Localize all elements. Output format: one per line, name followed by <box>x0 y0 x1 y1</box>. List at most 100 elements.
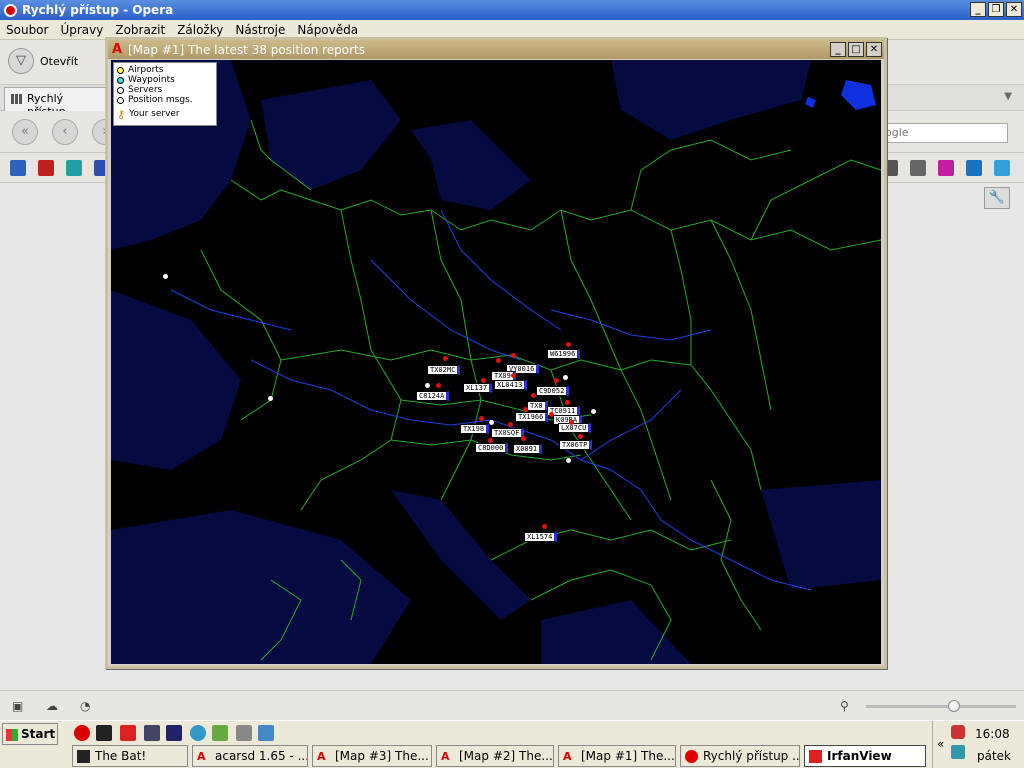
position-report-label[interactable]: XL137 <box>463 383 493 393</box>
position-report-label[interactable]: W61996 <box>547 349 581 359</box>
airport-dot[interactable] <box>268 396 273 401</box>
task-map-1[interactable]: A [Map #1] The... <box>558 745 676 767</box>
aircraft-position-dot[interactable] <box>443 356 448 361</box>
position-report-label[interactable]: TX1966 <box>515 412 549 422</box>
position-report-label[interactable]: TX06TP <box>559 440 593 450</box>
position-report-label[interactable]: C8D000 <box>475 443 509 453</box>
menu-zobrazit[interactable]: Zobrazit <box>109 23 171 37</box>
tab-speed-dial[interactable]: Rychlý přístup <box>4 87 106 118</box>
aircraft-position-dot[interactable] <box>481 378 486 383</box>
task-map-3[interactable]: A [Map #3] The... <box>312 745 432 767</box>
zoom-slider-knob[interactable] <box>948 700 960 712</box>
bookmark-icon[interactable] <box>966 160 982 176</box>
position-report-label[interactable]: C8124A <box>416 391 450 401</box>
position-report-label[interactable]: X0891 <box>513 444 543 454</box>
aircraft-position-dot[interactable] <box>521 436 526 441</box>
bookmark-icon[interactable] <box>910 160 926 176</box>
zoom-icon[interactable]: ⚲ <box>840 699 849 713</box>
aircraft-position-dot[interactable] <box>488 438 493 443</box>
position-report-label[interactable]: TX198 <box>460 424 490 434</box>
antivirus-tray-icon[interactable] <box>951 725 965 739</box>
map-maximize-button[interactable]: □ <box>848 42 864 57</box>
aircraft-position-dot[interactable] <box>542 524 547 529</box>
airport-dot[interactable] <box>566 458 571 463</box>
aircraft-position-dot[interactable] <box>496 358 501 363</box>
aircraft-position-dot[interactable] <box>511 373 516 378</box>
start-button[interactable]: Start <box>2 723 58 745</box>
position-report-label[interactable]: C9D052 <box>536 386 570 396</box>
bat-quicklaunch-icon[interactable] <box>96 725 112 741</box>
opera-quicklaunch-icon[interactable] <box>74 725 90 741</box>
task-map-2[interactable]: A [Map #2] The... <box>436 745 554 767</box>
position-report-label[interactable]: TX02MC <box>427 365 461 375</box>
aircraft-position-dot[interactable] <box>531 393 536 398</box>
menu-zalozky[interactable]: Záložky <box>171 23 229 37</box>
save-quicklaunch-icon[interactable] <box>166 725 182 741</box>
airport-dot[interactable] <box>489 420 494 425</box>
position-report-label[interactable]: XL0413 <box>494 380 528 390</box>
aircraft-position-dot[interactable] <box>436 383 441 388</box>
wrench-icon[interactable]: 🔧 <box>984 187 1010 209</box>
airport-dot[interactable] <box>591 409 596 414</box>
app-quicklaunch-icon[interactable] <box>258 725 274 741</box>
aircraft-position-dot[interactable] <box>554 378 559 383</box>
aircraft-position-dot[interactable] <box>578 434 583 439</box>
restore-button[interactable]: ❐ <box>988 2 1004 17</box>
aircraft-position-dot[interactable] <box>549 412 554 417</box>
map-canvas[interactable]: Airports Waypoints Servers Position msgs… <box>111 60 881 664</box>
open-button[interactable]: ▽ Otevřít <box>8 48 78 74</box>
aircraft-position-dot[interactable] <box>566 342 571 347</box>
network-tray-icon[interactable] <box>951 745 965 759</box>
aircraft-position-dot[interactable] <box>565 400 570 405</box>
open-label: Otevřít <box>40 54 79 68</box>
task-irfanview[interactable]: IrfanView <box>804 745 926 767</box>
airport-dot[interactable] <box>163 274 168 279</box>
aircraft-position-dot[interactable] <box>523 407 528 412</box>
menu-soubor[interactable]: Soubor <box>0 23 54 37</box>
position-report-label[interactable]: TX0 <box>527 401 548 411</box>
task-opera[interactable]: Rychlý přístup ... <box>680 745 800 767</box>
task-the-bat[interactable]: The Bat! <box>72 745 188 767</box>
aircraft-position-dot[interactable] <box>479 416 484 421</box>
position-report-label[interactable]: XL1574 <box>524 532 558 542</box>
close-button[interactable]: ✕ <box>1006 2 1022 17</box>
tray-expand-icon[interactable]: « <box>937 737 944 751</box>
minimize-button[interactable]: _ <box>970 2 986 17</box>
chat-icon[interactable] <box>994 160 1010 176</box>
shield-quicklaunch-icon[interactable] <box>144 725 160 741</box>
aircraft-position-dot[interactable] <box>569 420 574 425</box>
airport-dot[interactable] <box>563 375 568 380</box>
map-minimize-button[interactable]: _ <box>830 42 846 57</box>
search-input[interactable]: ogle <box>880 123 1008 143</box>
sea-baltic <box>411 120 531 210</box>
aircraft-position-dot[interactable] <box>511 353 516 358</box>
menu-napoveda[interactable]: Nápověda <box>291 23 364 37</box>
task-acarsd[interactable]: A acarsd 1.65 - ... <box>192 745 308 767</box>
panel-toggle-icon[interactable]: ▣ <box>12 699 23 713</box>
position-report-label[interactable]: LX07CU <box>558 423 592 433</box>
bookmark-icon[interactable] <box>938 160 954 176</box>
tools-quicklaunch-icon[interactable] <box>212 725 228 741</box>
skype-quicklaunch-icon[interactable] <box>190 725 206 741</box>
opera-status-bar: ▣ ☁ ◔ ⚲ <box>0 690 1024 720</box>
airport-dot[interactable] <box>425 383 430 388</box>
bookmark-icon[interactable] <box>66 160 82 176</box>
bookmark-icon[interactable] <box>38 160 54 176</box>
rewind-button[interactable]: « <box>12 119 38 145</box>
menu-upravy[interactable]: Úpravy <box>54 23 109 37</box>
zoom-slider[interactable] <box>866 700 1016 712</box>
bookmark-icon[interactable] <box>10 160 26 176</box>
legend-waypoints: Waypoints <box>117 75 213 85</box>
acars-icon: A <box>317 750 326 763</box>
irfanview-quicklaunch-icon[interactable] <box>120 725 136 741</box>
back-button[interactable]: ‹ <box>52 119 78 145</box>
map-close-button[interactable]: ✕ <box>866 42 882 57</box>
speedometer-icon[interactable]: ◔ <box>80 699 90 713</box>
clock-day: pátek <box>977 749 1012 763</box>
chevron-down-icon[interactable]: ▼ <box>1004 91 1012 102</box>
position-report-label[interactable]: TX0SQF <box>491 428 525 438</box>
menu-nastroje[interactable]: Nástroje <box>229 23 291 37</box>
cloud-icon[interactable]: ☁ <box>46 699 58 713</box>
info-quicklaunch-icon[interactable] <box>236 725 252 741</box>
aircraft-position-dot[interactable] <box>508 422 513 427</box>
